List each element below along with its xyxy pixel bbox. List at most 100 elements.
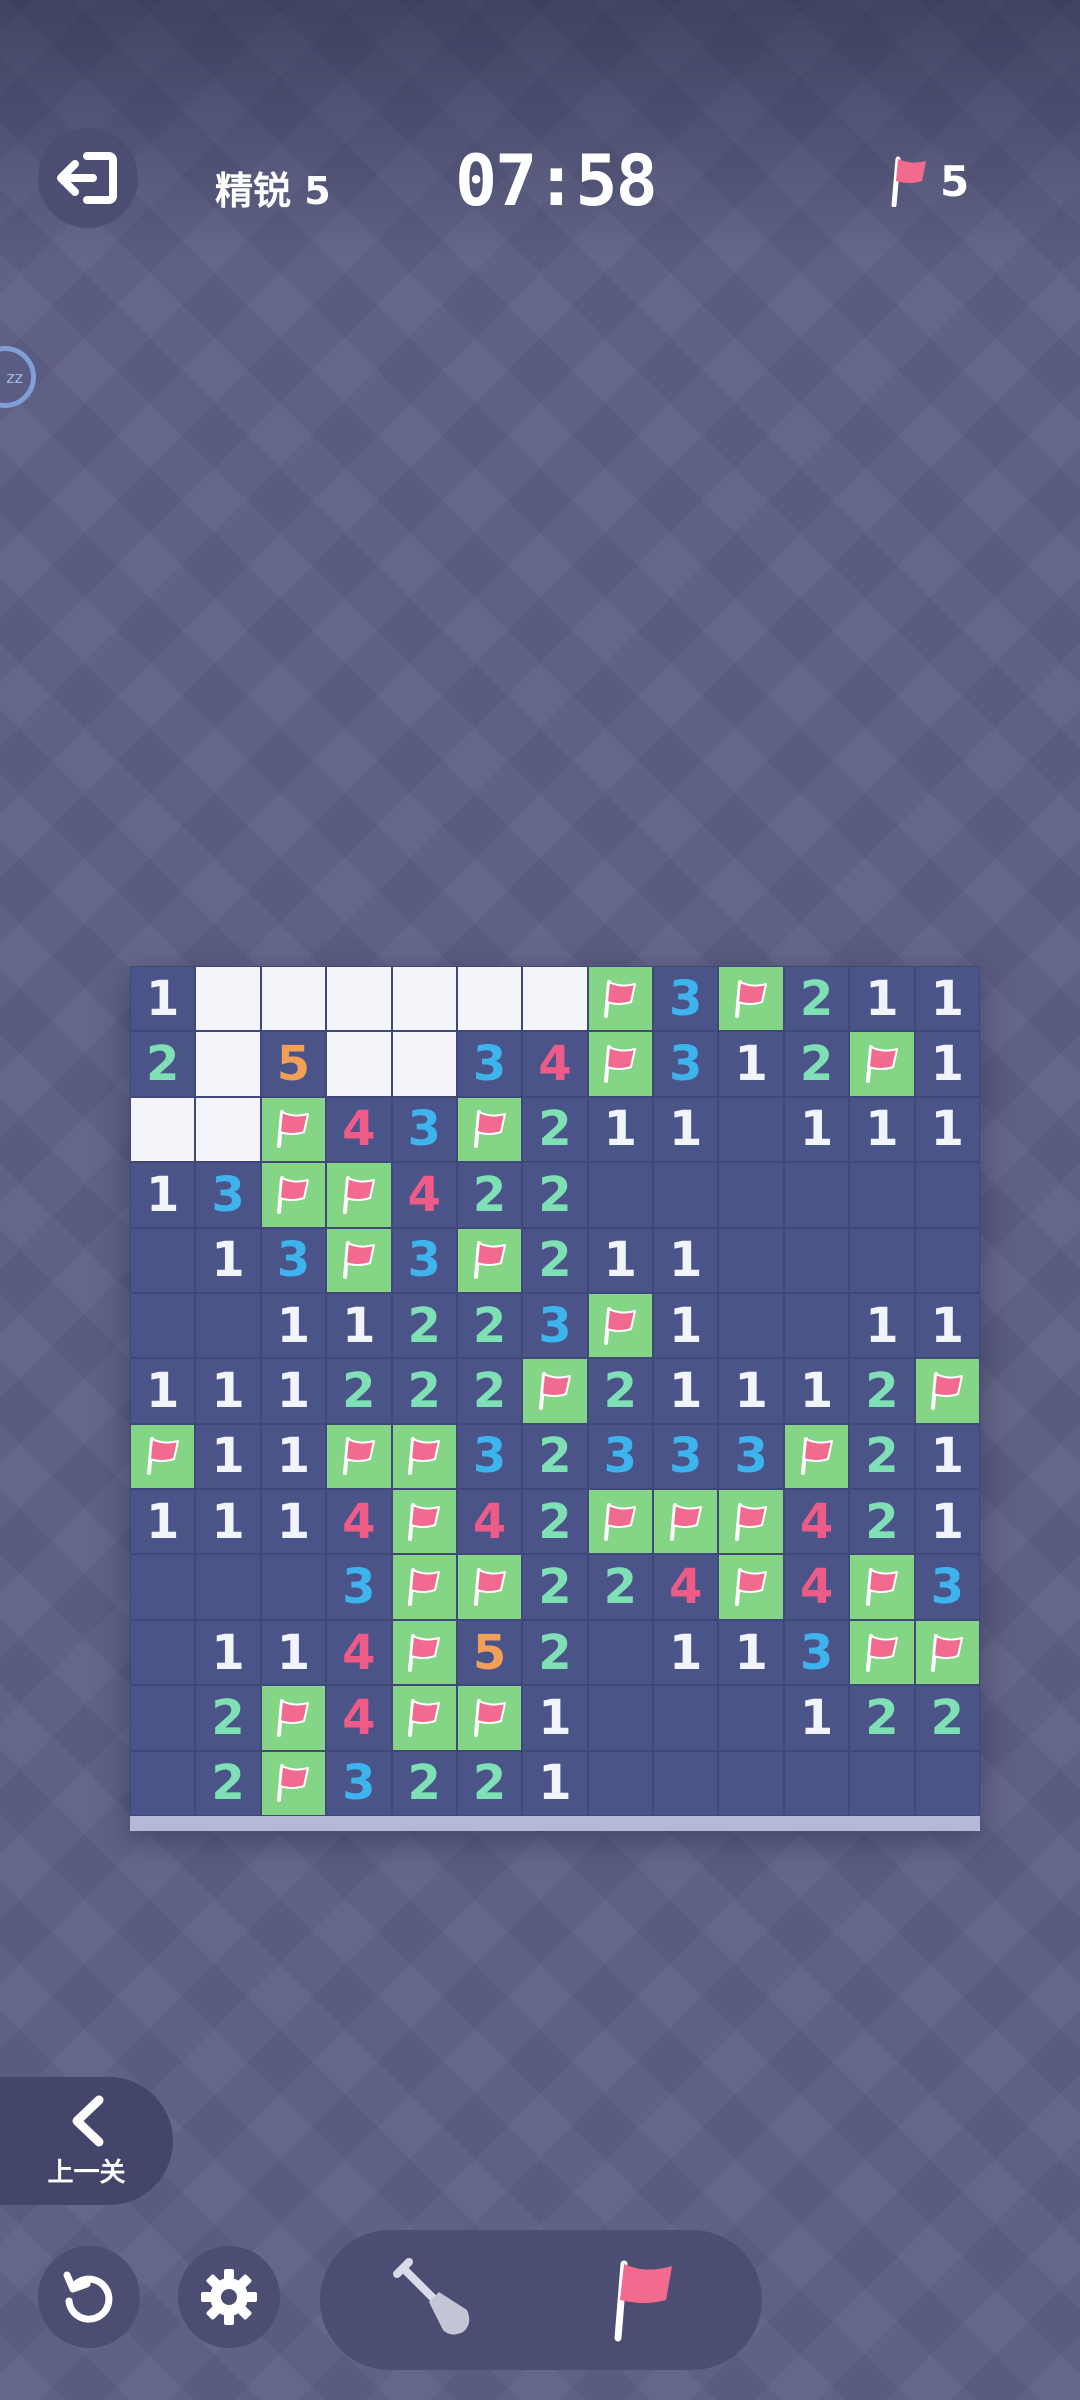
number-cell[interactable]: 2 — [914, 1685, 980, 1751]
number-cell[interactable]: 1 — [718, 1619, 784, 1686]
number-cell[interactable]: 3 — [456, 1031, 523, 1097]
number-cell[interactable]: 4 — [326, 1685, 392, 1751]
flagged-cell[interactable] — [391, 1619, 457, 1686]
number-cell[interactable]: 3 — [326, 1554, 392, 1620]
empty-cell[interactable] — [914, 1750, 980, 1816]
number-cell[interactable]: 1 — [522, 1685, 588, 1751]
hidden-cell[interactable] — [456, 966, 523, 1032]
number-cell[interactable]: 5 — [456, 1619, 523, 1686]
number-cell[interactable]: 3 — [391, 1096, 457, 1163]
empty-cell[interactable] — [587, 1685, 654, 1751]
number-cell[interactable]: 3 — [718, 1423, 784, 1490]
number-cell[interactable]: 1 — [260, 1619, 327, 1686]
number-cell[interactable]: 1 — [260, 1489, 327, 1555]
number-cell[interactable]: 1 — [195, 1227, 261, 1293]
number-cell[interactable]: 1 — [914, 1489, 980, 1555]
number-cell[interactable]: 1 — [195, 1358, 261, 1424]
number-cell[interactable]: 2 — [522, 1554, 588, 1620]
number-cell[interactable]: 2 — [849, 1685, 915, 1751]
number-cell[interactable]: 1 — [718, 1031, 784, 1097]
number-cell[interactable]: 3 — [260, 1227, 327, 1293]
empty-cell[interactable] — [783, 1162, 850, 1228]
number-cell[interactable]: 2 — [391, 1750, 457, 1816]
flagged-cell[interactable] — [587, 1031, 654, 1097]
exit-button[interactable] — [38, 128, 138, 228]
flagged-cell[interactable] — [260, 1750, 327, 1816]
hidden-cell[interactable] — [195, 1031, 261, 1097]
number-cell[interactable]: 4 — [783, 1489, 850, 1555]
number-cell[interactable]: 2 — [587, 1554, 654, 1620]
empty-cell[interactable] — [783, 1750, 850, 1816]
number-cell[interactable]: 1 — [653, 1619, 719, 1686]
number-cell[interactable]: 2 — [456, 1750, 523, 1816]
empty-cell[interactable] — [130, 1750, 196, 1816]
hidden-cell[interactable] — [260, 966, 327, 1032]
hidden-cell[interactable] — [195, 966, 261, 1032]
number-cell[interactable]: 1 — [914, 1423, 980, 1490]
number-cell[interactable]: 1 — [522, 1750, 588, 1816]
hidden-cell[interactable] — [522, 966, 588, 1032]
number-cell[interactable]: 1 — [587, 1096, 654, 1163]
number-cell[interactable]: 1 — [130, 1358, 196, 1424]
number-cell[interactable]: 3 — [653, 966, 719, 1032]
number-cell[interactable]: 1 — [914, 966, 980, 1032]
flagged-cell[interactable] — [326, 1423, 392, 1490]
number-cell[interactable]: 2 — [326, 1358, 392, 1424]
number-cell[interactable]: 4 — [653, 1554, 719, 1620]
empty-cell[interactable] — [849, 1227, 915, 1293]
empty-cell[interactable] — [260, 1554, 327, 1620]
empty-cell[interactable] — [653, 1685, 719, 1751]
empty-cell[interactable] — [587, 1162, 654, 1228]
number-cell[interactable]: 4 — [456, 1489, 523, 1555]
number-cell[interactable]: 3 — [587, 1423, 654, 1490]
flagged-cell[interactable] — [653, 1489, 719, 1555]
flagged-cell[interactable] — [260, 1685, 327, 1751]
number-cell[interactable]: 3 — [391, 1227, 457, 1293]
empty-cell[interactable] — [718, 1096, 784, 1163]
number-cell[interactable]: 2 — [456, 1162, 523, 1228]
number-cell[interactable]: 1 — [783, 1358, 850, 1424]
number-cell[interactable]: 4 — [783, 1554, 850, 1620]
empty-cell[interactable] — [130, 1619, 196, 1686]
empty-cell[interactable] — [914, 1227, 980, 1293]
hidden-cell[interactable] — [326, 966, 392, 1032]
dig-tool-button[interactable] — [380, 2255, 490, 2345]
number-cell[interactable]: 3 — [456, 1423, 523, 1490]
empty-cell[interactable] — [653, 1750, 719, 1816]
number-cell[interactable]: 2 — [522, 1227, 588, 1293]
number-cell[interactable]: 1 — [653, 1227, 719, 1293]
empty-cell[interactable] — [783, 1227, 850, 1293]
hidden-cell[interactable] — [130, 1096, 196, 1163]
number-cell[interactable]: 1 — [587, 1227, 654, 1293]
number-cell[interactable]: 2 — [391, 1292, 457, 1359]
number-cell[interactable]: 1 — [260, 1423, 327, 1490]
number-cell[interactable]: 1 — [130, 1489, 196, 1555]
sleep-icon[interactable]: zz — [0, 346, 36, 408]
number-cell[interactable]: 1 — [914, 1096, 980, 1163]
number-cell[interactable]: 2 — [849, 1489, 915, 1555]
number-cell[interactable]: 1 — [130, 966, 196, 1032]
number-cell[interactable]: 3 — [522, 1292, 588, 1359]
flagged-cell[interactable] — [849, 1619, 915, 1686]
number-cell[interactable]: 1 — [849, 1292, 915, 1359]
flagged-cell[interactable] — [456, 1227, 523, 1293]
number-cell[interactable]: 4 — [326, 1489, 392, 1555]
number-cell[interactable]: 4 — [522, 1031, 588, 1097]
number-cell[interactable]: 2 — [195, 1685, 261, 1751]
empty-cell[interactable] — [130, 1227, 196, 1293]
flagged-cell[interactable] — [326, 1162, 392, 1228]
number-cell[interactable]: 3 — [783, 1619, 850, 1686]
number-cell[interactable]: 2 — [130, 1031, 196, 1097]
empty-cell[interactable] — [130, 1685, 196, 1751]
flagged-cell[interactable] — [587, 966, 654, 1032]
empty-cell[interactable] — [653, 1162, 719, 1228]
number-cell[interactable]: 1 — [849, 966, 915, 1032]
flagged-cell[interactable] — [522, 1358, 588, 1424]
hidden-cell[interactable] — [391, 966, 457, 1032]
number-cell[interactable]: 2 — [783, 966, 850, 1032]
empty-cell[interactable] — [718, 1750, 784, 1816]
number-cell[interactable]: 2 — [849, 1423, 915, 1490]
number-cell[interactable]: 2 — [456, 1292, 523, 1359]
settings-button[interactable] — [178, 2246, 280, 2348]
empty-cell[interactable] — [718, 1227, 784, 1293]
